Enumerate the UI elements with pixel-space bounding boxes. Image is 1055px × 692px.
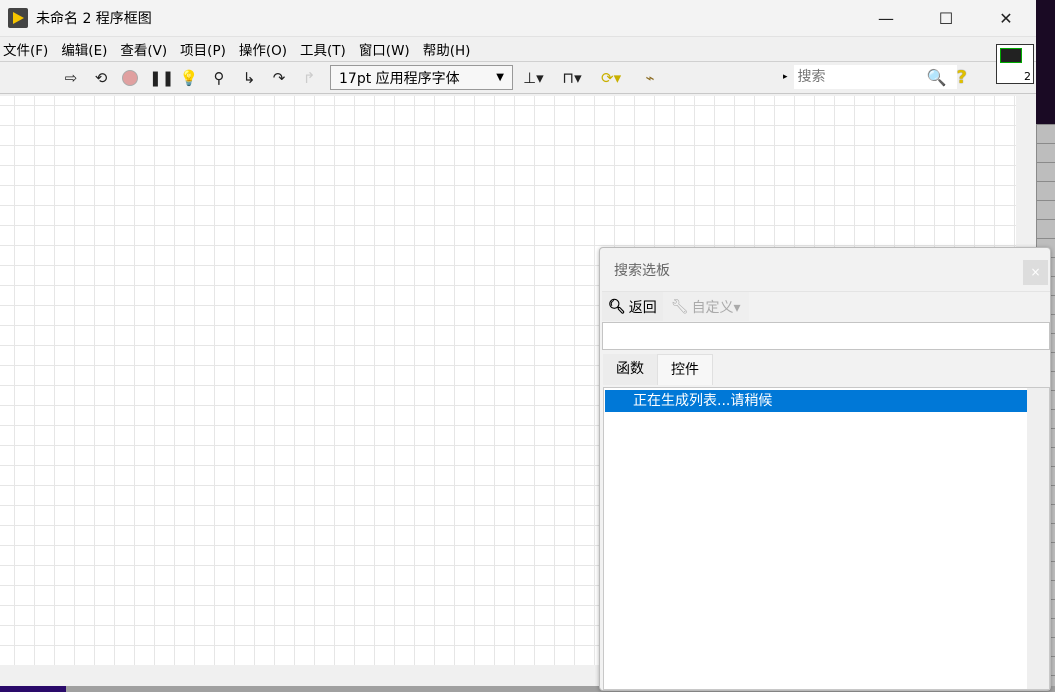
wrench-icon: 🔧︎ (670, 298, 689, 315)
palette-toolbar: 🔍︎ 返回 🔧︎ 自定义▾ (602, 291, 1050, 321)
menu-operate[interactable]: 操作(O) (236, 39, 296, 59)
distribute-objects-icon[interactable]: ⊓▾ (562, 69, 582, 87)
menu-window[interactable]: 窗口(W) (356, 39, 419, 59)
clean-up-diagram-icon[interactable]: ⌁ (640, 69, 660, 87)
customize-button[interactable]: 🔧︎ 自定义▾ (662, 292, 749, 321)
menu-file[interactable]: 文件(F) (0, 39, 57, 59)
title-bar: 未命名 2 程序框图 — ☐ ✕ (0, 0, 1036, 36)
palette-tabs: 函数 控件 (603, 354, 713, 385)
palette-results-list: 正在生成列表...请稍候 (603, 387, 1050, 690)
retain-wire-values-icon[interactable]: ⚲ (209, 69, 229, 87)
menu-bar: 文件(F) 编辑(E) 查看(V) 项目(P) 操作(O) 工具(T) 窗口(W… (0, 36, 1036, 62)
menu-tools[interactable]: 工具(T) (297, 39, 355, 59)
list-item[interactable]: 正在生成列表...请稍候 (605, 390, 1028, 412)
palette-search-input[interactable] (602, 322, 1050, 350)
close-button[interactable]: ✕ (976, 0, 1036, 36)
step-out-icon[interactable]: ↱ (299, 69, 319, 87)
background-strip (0, 686, 66, 692)
menu-help[interactable]: 帮助(H) (420, 39, 480, 59)
align-objects-icon[interactable]: ⊥▾ (523, 69, 544, 87)
back-button[interactable]: 🔍︎ 返回 (602, 292, 663, 321)
run-arrow-icon[interactable]: ⇨ (61, 69, 81, 87)
tab-functions[interactable]: 函数 (603, 354, 657, 385)
vi-icon-number: 2 (1024, 70, 1031, 83)
font-selector[interactable]: 17pt 应用程序字体 ▼ (330, 65, 513, 90)
back-label: 返回 (628, 299, 657, 316)
waveform-icon (1000, 48, 1022, 63)
reorder-icon[interactable]: ⟳▾ (601, 69, 621, 87)
menu-view[interactable]: 查看(V) (117, 39, 176, 59)
search-icon: 🔍︎ (608, 298, 626, 315)
customize-label: 自定义▾ (691, 299, 741, 316)
toolbar: ⇨ ⟲ ❚❚ 💡 ⚲ ↳ ↷ ↱ 17pt 应用程序字体 ▼ ⊥▾ ⊓▾ ⟳▾ ⌁… (0, 62, 1036, 94)
palette-title: 搜索选板 (614, 263, 670, 279)
palette-close-button[interactable]: × (1023, 260, 1048, 285)
menu-edit[interactable]: 编辑(E) (58, 39, 116, 59)
vi-icon[interactable]: 2 (996, 44, 1034, 84)
minimize-button[interactable]: — (856, 0, 916, 36)
list-scrollbar[interactable] (1027, 388, 1049, 689)
search-icon[interactable]: 🔍 (927, 68, 947, 87)
pause-icon[interactable]: ❚❚ (149, 69, 174, 87)
help-icon[interactable]: ? (956, 67, 966, 88)
maximize-button[interactable]: ☐ (916, 0, 976, 36)
background-window (1036, 0, 1055, 124)
font-selector-value: 17pt 应用程序字体 (339, 70, 460, 87)
search-palette: 搜索选板 × 🔍︎ 返回 🔧︎ 自定义▾ 函数 控件 正在生成列表...请稍候 (599, 247, 1051, 691)
tab-controls[interactable]: 控件 (657, 354, 713, 385)
highlight-execution-icon[interactable]: 💡 (179, 69, 199, 87)
step-over-icon[interactable]: ↷ (269, 69, 289, 87)
expand-search-icon[interactable]: ▸ (783, 72, 788, 82)
labview-icon (8, 8, 28, 28)
chevron-down-icon: ▼ (496, 72, 504, 83)
abort-icon[interactable] (122, 69, 138, 86)
step-into-icon[interactable]: ↳ (239, 69, 259, 87)
run-continuously-icon[interactable]: ⟲ (91, 69, 111, 87)
window-title: 未命名 2 程序框图 (36, 11, 152, 27)
menu-project[interactable]: 项目(P) (177, 39, 235, 59)
